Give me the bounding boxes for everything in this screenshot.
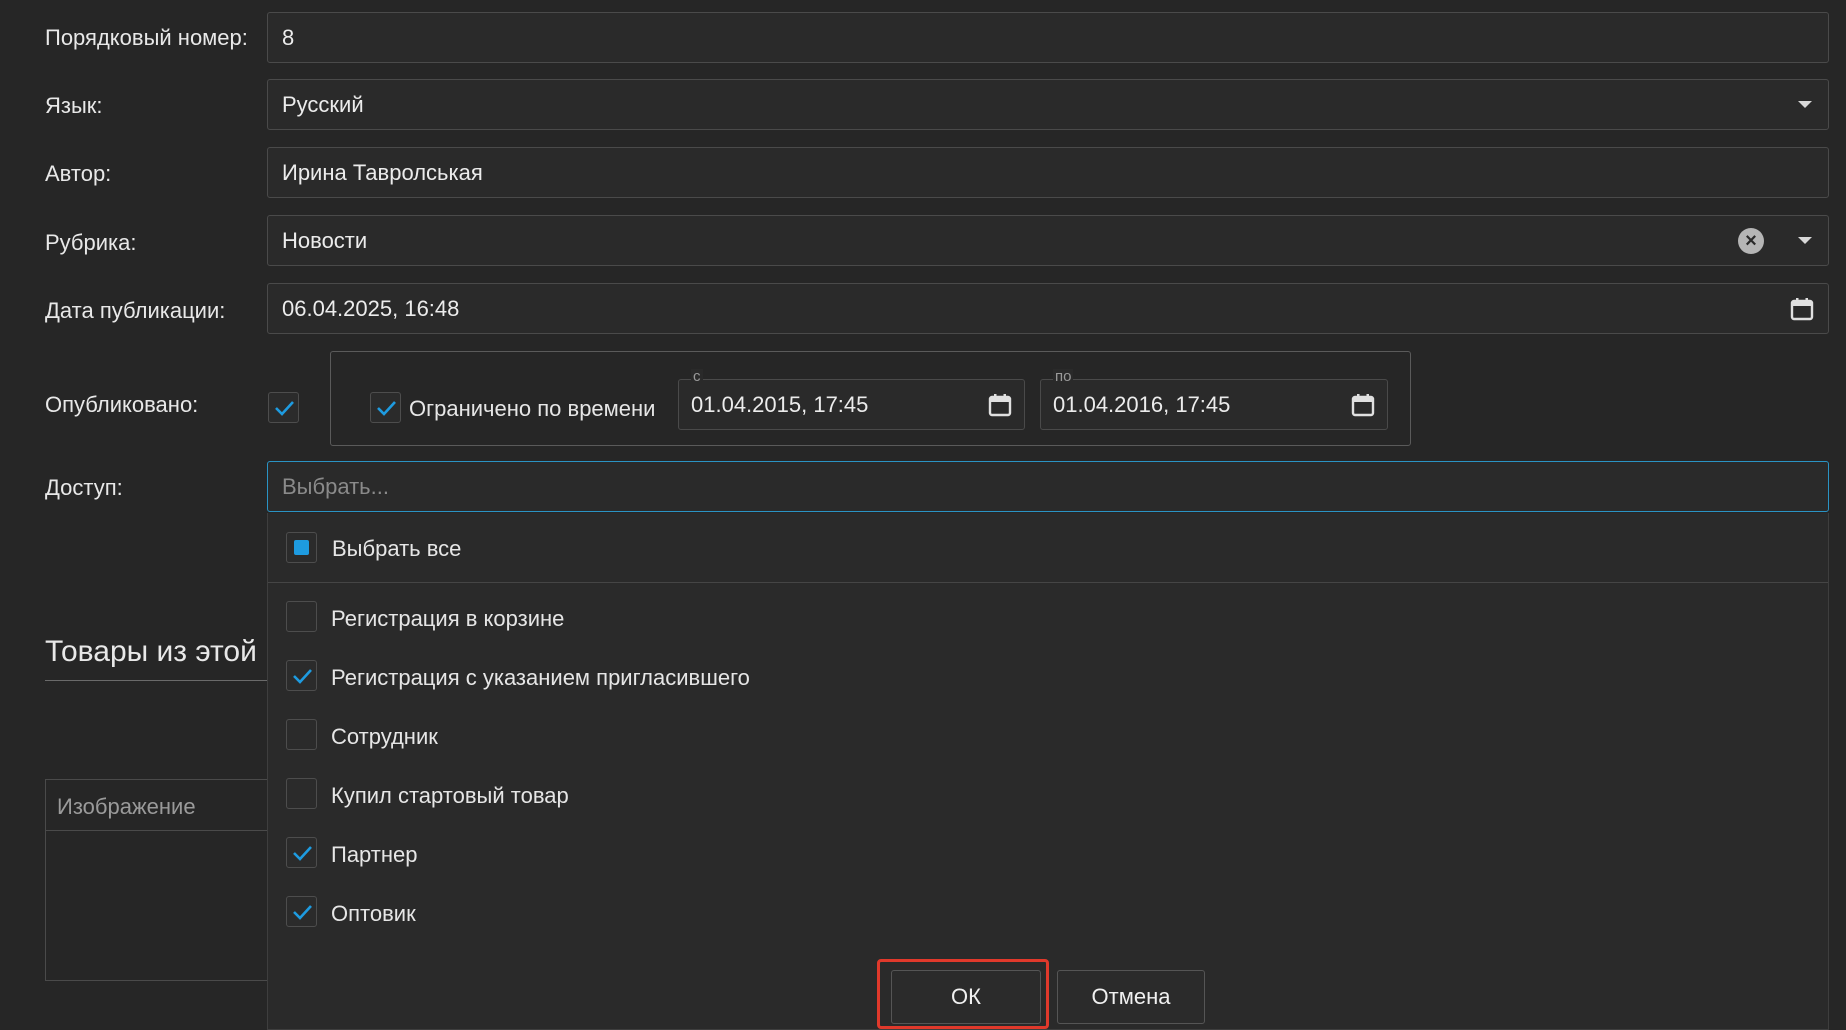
date-from-value: 01.04.2015, 17:45 [691, 391, 869, 417]
author-value: Ирина Тавролськая [282, 159, 483, 185]
check-icon [377, 401, 396, 416]
rubric-value: Новости [282, 227, 368, 253]
time-limited-checkbox[interactable] [370, 392, 401, 423]
access-item-label-5[interactable]: Оптовик [331, 901, 416, 927]
date-to-label: по [1053, 368, 1074, 385]
language-label: Язык: [45, 93, 103, 118]
publish-date-label: Дата публикации: [45, 298, 226, 323]
order-number-value: 8 [282, 24, 295, 50]
calendar-icon[interactable] [1790, 297, 1814, 321]
access-item-checkbox-4[interactable] [286, 837, 317, 868]
published-label: Опубликовано: [45, 392, 199, 417]
language-value: Русский [282, 91, 364, 117]
rubric-label: Рубрика: [45, 230, 137, 255]
access-item-label-3[interactable]: Купил стартовый товар [331, 783, 569, 809]
divider [268, 582, 1828, 583]
check-icon [293, 905, 312, 920]
calendar-icon[interactable] [988, 393, 1012, 417]
date-to-value: 01.04.2016, 17:45 [1053, 391, 1231, 417]
access-item-label-1[interactable]: Регистрация с указанием пригласившего [331, 665, 750, 691]
select-all-checkbox[interactable] [286, 532, 317, 563]
author-input[interactable]: Ирина Тавролськая [267, 147, 1829, 198]
language-select[interactable]: Русский [267, 79, 1829, 130]
chevron-down-icon[interactable] [1798, 236, 1812, 244]
order-number-input[interactable]: 8 [267, 12, 1829, 63]
cancel-button[interactable]: Отмена [1057, 970, 1205, 1024]
select-all-label[interactable]: Выбрать все [332, 536, 461, 562]
published-checkbox[interactable] [268, 392, 299, 423]
author-label: Автор: [45, 161, 112, 186]
ok-button[interactable]: ОК [891, 970, 1041, 1024]
access-item-checkbox-0[interactable] [286, 601, 317, 632]
calendar-icon[interactable] [1351, 393, 1375, 417]
access-item-checkbox-1[interactable] [286, 660, 317, 691]
access-select[interactable]: Выбрать... [267, 461, 1829, 512]
publish-date-value: 06.04.2025, 16:48 [282, 295, 460, 321]
date-to-input[interactable]: по 01.04.2016, 17:45 [1040, 369, 1388, 430]
rubric-select[interactable]: Новости × [267, 215, 1829, 266]
image-column-header: Изображение [57, 794, 196, 819]
access-dropdown [267, 513, 1829, 1030]
chevron-down-icon[interactable] [1798, 100, 1812, 108]
products-table: Изображение [45, 779, 285, 981]
order-number-label: Порядковый номер: [45, 25, 248, 50]
access-item-label-2[interactable]: Сотрудник [331, 724, 438, 750]
publish-date-input[interactable]: 06.04.2025, 16:48 [267, 283, 1829, 334]
access-item-checkbox-2[interactable] [286, 719, 317, 750]
access-item-label-4[interactable]: Партнер [331, 842, 418, 868]
section-title: Товары из этой [45, 635, 257, 668]
date-from-input[interactable]: с 01.04.2015, 17:45 [678, 369, 1025, 430]
clear-icon[interactable]: × [1738, 227, 1764, 254]
check-icon [275, 401, 294, 416]
access-item-checkbox-3[interactable] [286, 778, 317, 809]
section-underline [45, 680, 275, 681]
access-placeholder: Выбрать... [282, 473, 389, 499]
access-item-label-0[interactable]: Регистрация в корзине [331, 606, 564, 632]
check-icon [293, 846, 312, 861]
check-icon [293, 669, 312, 684]
time-limited-label: Ограничено по времени [409, 396, 656, 421]
access-label: Доступ: [45, 475, 123, 500]
access-item-checkbox-5[interactable] [286, 896, 317, 927]
date-from-label: с [691, 368, 703, 385]
